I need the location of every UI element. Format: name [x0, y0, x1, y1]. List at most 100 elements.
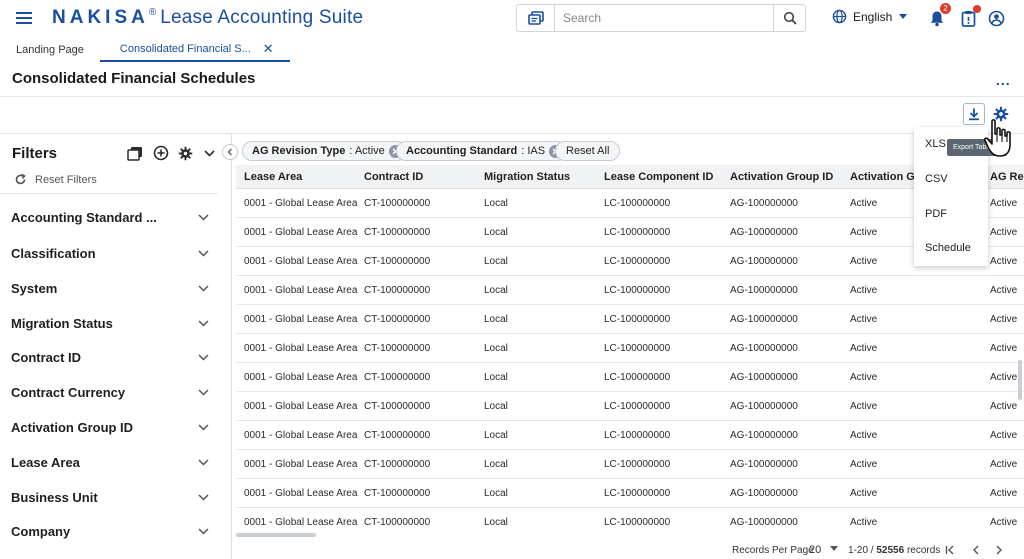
cell-activation-group-id: AG-100000000: [730, 517, 798, 528]
cell-activation-group-status: Active: [850, 517, 878, 528]
filter-migration-status[interactable]: Migration Status: [11, 313, 211, 333]
chevron-down-icon: [198, 353, 209, 361]
filter-label: System: [11, 280, 58, 296]
column-header-activation-group-status[interactable]: Activation Gr: [850, 171, 919, 183]
filter-chip-accounting-standard[interactable]: Accounting Standard : IAS: [396, 141, 568, 161]
search-icon[interactable]: [773, 5, 805, 31]
chevron-down-icon: [198, 493, 209, 501]
column-header-lease-area[interactable]: Lease Area: [244, 171, 302, 183]
cell-lease-component-id: LC-100000000: [604, 198, 671, 209]
add-filter-icon[interactable]: [153, 145, 169, 161]
cell-contract-id: CT-100000000: [364, 314, 431, 325]
filter-contract-id[interactable]: Contract ID: [11, 347, 211, 367]
caret-down-icon: [898, 13, 908, 20]
filter-chip-ag-revision-type[interactable]: AG Revision Type : Active: [242, 141, 407, 161]
filter-accounting-standard[interactable]: Accounting Standard ...: [11, 207, 211, 227]
table-row[interactable]: 0001 - Global Lease Area CT-100000000 Loca…: [236, 218, 1024, 247]
table-row[interactable]: 0001 - Global Lease Area CT-100000000 Loca…: [236, 276, 1024, 305]
column-header-activation-group-id[interactable]: Activation Group ID: [730, 171, 833, 183]
cell-lease-component-id: LC-100000000: [604, 314, 671, 325]
table-row[interactable]: 0001 - Global Lease Area CT-100000000 Loca…: [236, 305, 1024, 334]
collapse-panel-icon[interactable]: [222, 144, 238, 160]
cell-ag-revision-type: Active: [990, 517, 1018, 528]
reset-all-button[interactable]: Reset All: [555, 141, 621, 161]
export-pdf-option[interactable]: PDF: [925, 208, 947, 220]
bell-icon[interactable]: 2: [927, 3, 951, 28]
caret-down-icon[interactable]: [830, 546, 838, 551]
table-row[interactable]: 0001 - Global Lease Area CT-100000000 Loca…: [236, 421, 1024, 450]
cell-lease-area: 0001 - Global Lease Area: [244, 459, 358, 470]
search-input[interactable]: [555, 5, 773, 31]
column-header-lease-component-id[interactable]: Lease Component ID: [604, 171, 713, 183]
filter-activation-group-id[interactable]: Activation Group ID: [11, 417, 211, 437]
saved-filters-icon[interactable]: [127, 145, 143, 161]
filter-label: Activation Group ID: [11, 419, 134, 435]
chevron-down-icon[interactable]: [201, 145, 217, 161]
clipboard-icon[interactable]: [958, 5, 981, 28]
clipboard-alert-dot: [973, 5, 981, 13]
cell-ag-revision-type: Active: [990, 285, 1018, 296]
column-header-contract-id[interactable]: Contract ID: [364, 171, 423, 183]
cell-contract-id: CT-100000000: [364, 459, 431, 470]
export-schedule-option[interactable]: Schedule: [925, 242, 971, 254]
cell-contract-id: CT-100000000: [364, 343, 431, 354]
filter-contract-currency[interactable]: Contract Currency: [11, 382, 211, 402]
cell-lease-component-id: LC-100000000: [604, 401, 671, 412]
menu-icon[interactable]: [16, 10, 34, 26]
tab-landing-page[interactable]: Landing Page: [0, 37, 100, 62]
chevron-down-icon: [198, 458, 209, 466]
export-csv-option[interactable]: CSV: [925, 173, 948, 185]
records-count: 1-20 / 52556 records: [848, 545, 940, 556]
table-row[interactable]: 0001 - Global Lease Area CT-100000000 Loca…: [236, 508, 1024, 533]
cell-activation-group-id: AG-100000000: [730, 488, 798, 499]
user-icon[interactable]: [986, 8, 1006, 28]
table-row[interactable]: 0001 - Global Lease Area CT-100000000 Loca…: [236, 450, 1024, 479]
filter-label: Lease Area: [11, 454, 80, 470]
cell-activation-group-status: Active: [850, 256, 878, 267]
table-row[interactable]: 0001 - Global Lease Area CT-100000000 Loca…: [236, 189, 1024, 218]
table-row[interactable]: 0001 - Global Lease Area CT-100000000 Loca…: [236, 479, 1024, 508]
filter-business-unit[interactable]: Business Unit: [11, 487, 211, 507]
filter-company[interactable]: Company: [11, 521, 211, 541]
cell-activation-group-id: AG-100000000: [730, 227, 798, 238]
globe-icon: [832, 9, 847, 24]
cell-activation-group-id: AG-100000000: [730, 314, 798, 325]
filter-settings-gear-icon[interactable]: [177, 145, 193, 161]
cell-lease-component-id: LC-100000000: [604, 459, 671, 470]
app-brand[interactable]: NAKISA ® Lease Accounting Suite: [52, 7, 363, 29]
reset-filters-button[interactable]: Reset Filters: [14, 173, 97, 186]
filter-label: Business Unit: [11, 489, 98, 505]
next-page-icon[interactable]: [993, 544, 1005, 556]
more-options-icon[interactable]: ...: [996, 72, 1011, 88]
tab-consolidated-financial-schedules[interactable]: Consolidated Financial S... ✕: [99, 37, 290, 62]
column-header-migration-status[interactable]: Migration Status: [484, 171, 570, 183]
table-row[interactable]: 0001 - Global Lease Area CT-100000000 Loca…: [236, 363, 1024, 392]
cell-migration-status: Local: [484, 198, 508, 209]
filter-system[interactable]: System: [11, 278, 211, 298]
download-icon[interactable]: [963, 103, 985, 125]
divider: [0, 193, 218, 194]
pagination-bar: Records Per Page 20 1-20 / 52556 records: [236, 541, 1024, 559]
horizontal-scrollbar[interactable]: [236, 533, 316, 537]
close-icon[interactable]: ✕: [263, 41, 274, 57]
filters-title: Filters: [12, 145, 58, 162]
cell-lease-component-id: LC-100000000: [604, 256, 671, 267]
table-row[interactable]: 0001 - Global Lease Area CT-100000000 Loca…: [236, 247, 1024, 276]
cell-lease-area: 0001 - Global Lease Area: [244, 198, 358, 209]
records-per-page-select[interactable]: 20: [809, 544, 821, 556]
table-row[interactable]: 0001 - Global Lease Area CT-100000000 Loca…: [236, 334, 1024, 363]
export-xls-option[interactable]: XLS: [925, 138, 946, 150]
filter-lease-area[interactable]: Lease Area: [11, 452, 211, 472]
cell-contract-id: CT-100000000: [364, 198, 431, 209]
cell-migration-status: Local: [484, 343, 508, 354]
vertical-scrollbar[interactable]: [1018, 360, 1022, 400]
language-selector[interactable]: English: [832, 9, 908, 24]
column-header-ag-revision-type[interactable]: AG Re: [990, 171, 1024, 183]
table-row[interactable]: 0001 - Global Lease Area CT-100000000 Loca…: [236, 392, 1024, 421]
previous-page-icon[interactable]: [970, 544, 982, 556]
search-type-icon[interactable]: [517, 5, 555, 31]
cell-ag-revision-type: Active: [990, 401, 1018, 412]
filter-classification[interactable]: Classification: [11, 243, 211, 263]
cell-ag-revision-type: Active: [990, 343, 1018, 354]
first-page-icon[interactable]: [944, 544, 956, 556]
